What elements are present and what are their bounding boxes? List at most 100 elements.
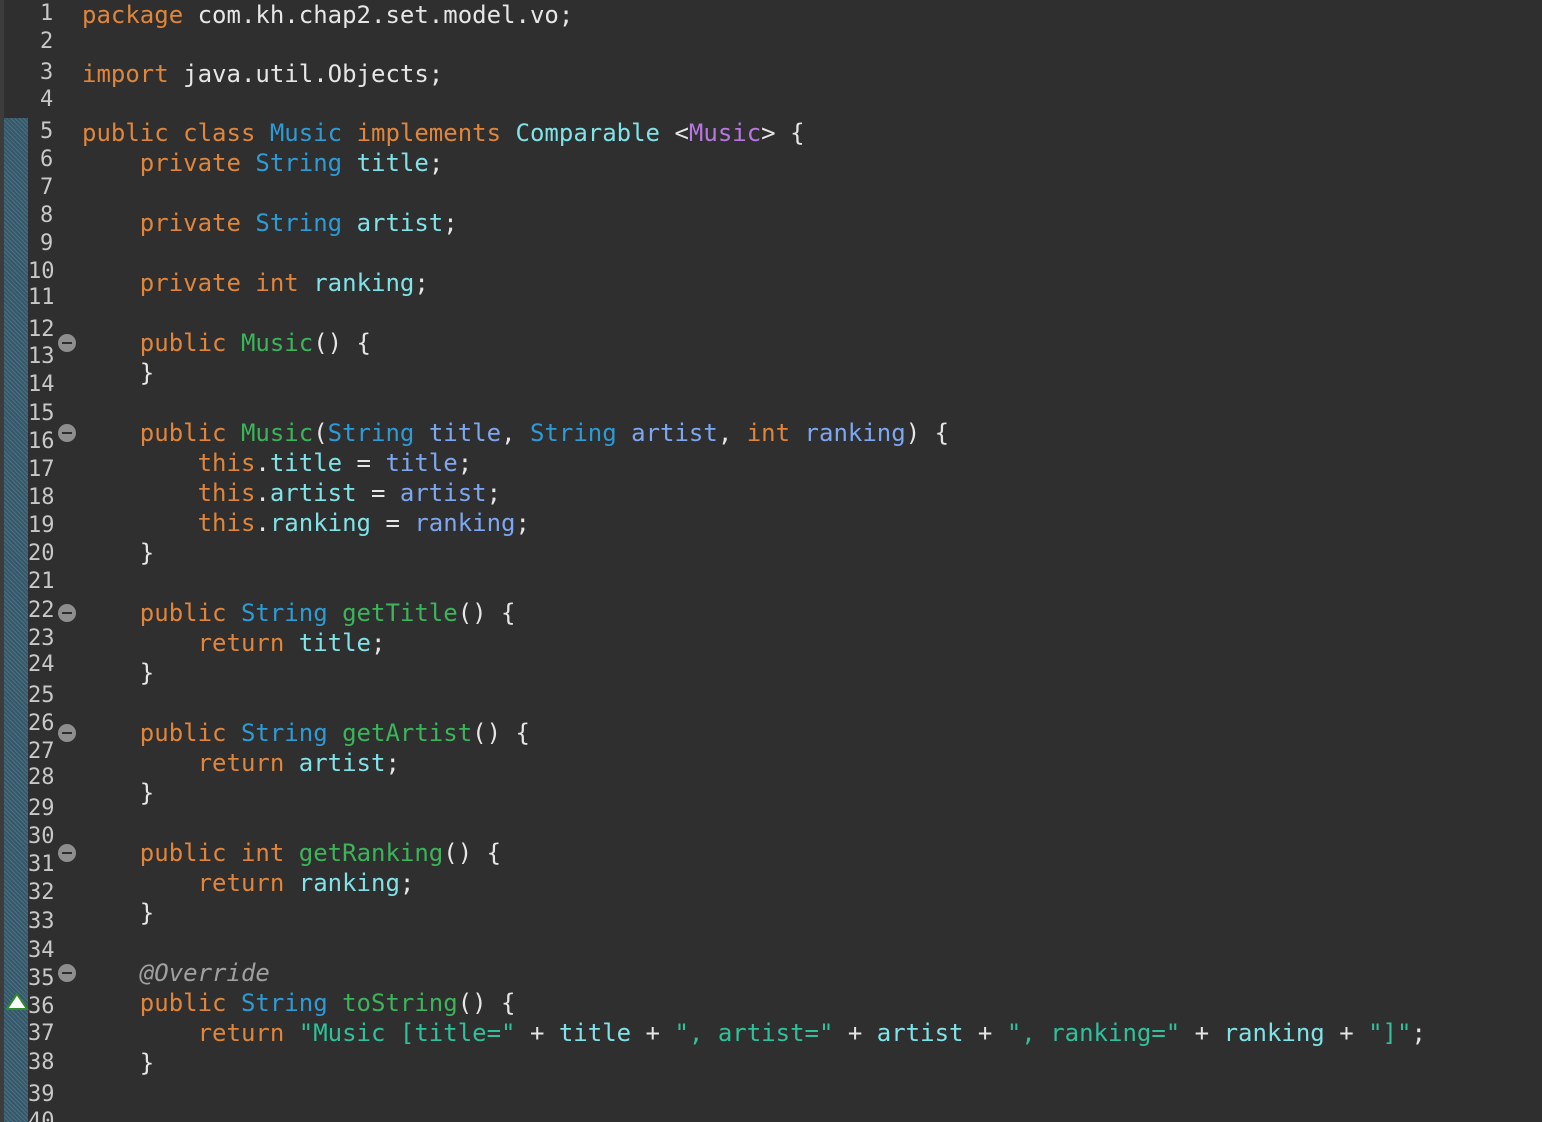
code-line-23[interactable]: return title;: [82, 628, 386, 658]
field-name: title: [269, 449, 343, 477]
keyword: private: [139, 209, 241, 237]
code-line-37[interactable]: }: [82, 1048, 154, 1078]
code-line-10[interactable]: private int ranking;: [82, 268, 429, 298]
code-line-1[interactable]: package com.kh.chap2.set.model.vo;: [82, 0, 573, 30]
code-line-18[interactable]: this.artist = artist;: [82, 478, 501, 508]
code-line-16[interactable]: public Music(String title, String artist…: [82, 418, 949, 448]
code-line-35[interactable]: public String toString() {: [82, 988, 516, 1018]
punctuation: () {: [457, 599, 516, 627]
field-name: artist: [356, 209, 444, 237]
code-line-12[interactable]: public Music() {: [82, 328, 371, 358]
collapse-icon[interactable]: [58, 334, 76, 352]
type-name: String: [255, 209, 343, 237]
closing-brace: }: [139, 1049, 155, 1077]
code-line-20[interactable]: }: [82, 538, 154, 568]
operator: =: [356, 479, 400, 507]
line-number: 9: [40, 231, 54, 256]
code-line-8[interactable]: private String artist;: [82, 208, 458, 238]
code-line-31[interactable]: return ranking;: [82, 868, 415, 898]
punctuation: ;: [428, 149, 444, 177]
punctuation: ;: [414, 269, 429, 297]
code-line-28[interactable]: }: [82, 778, 154, 808]
package-name: com.kh.chap2.set.model.vo;: [183, 1, 574, 29]
annotation: @Override: [139, 959, 270, 987]
collapse-icon[interactable]: [58, 844, 76, 862]
code-line-34[interactable]: @Override: [82, 958, 270, 988]
closing-brace: }: [139, 539, 155, 567]
line-number: 10: [28, 259, 55, 284]
line-number: 2: [40, 29, 54, 54]
line-number: 7: [40, 175, 54, 200]
line-number: 8: [40, 203, 54, 228]
field-name: ranking: [313, 269, 415, 297]
line-number: 20: [28, 541, 55, 566]
code-line-13[interactable]: }: [82, 358, 154, 388]
punctuation: {: [775, 119, 805, 147]
operator: +: [515, 1019, 559, 1047]
keyword: public: [139, 329, 227, 357]
line-number: 22: [28, 598, 55, 623]
code-line-24[interactable]: }: [82, 658, 154, 688]
keyword: public: [139, 989, 227, 1017]
parameter-name: artist: [631, 419, 718, 447]
line-number: 25: [28, 683, 55, 708]
collapse-icon[interactable]: [58, 604, 76, 622]
field-name: title: [558, 1019, 632, 1047]
code-line-5[interactable]: public class Music implements Comparable…: [82, 118, 805, 148]
line-number: 35: [28, 966, 55, 991]
code-line-22[interactable]: public String getTitle() {: [82, 598, 516, 628]
closing-brace: }: [139, 659, 155, 687]
field-name: title: [298, 629, 371, 657]
collapse-icon[interactable]: [58, 964, 76, 982]
line-number: 31: [28, 852, 55, 877]
code-line-27[interactable]: return artist;: [82, 748, 400, 778]
type-name: int: [255, 269, 299, 297]
closing-brace: }: [139, 779, 155, 807]
line-number: 24: [28, 652, 55, 677]
operator: +: [963, 1019, 1007, 1047]
line-number: 26: [28, 711, 55, 736]
keyword: this: [197, 449, 256, 477]
line-number: 38: [28, 1050, 55, 1075]
punctuation: <: [674, 119, 689, 147]
code-line-6[interactable]: private String title;: [82, 148, 443, 178]
code-line-26[interactable]: public String getArtist() {: [82, 718, 530, 748]
closing-brace: }: [139, 899, 155, 927]
line-number: 18: [28, 485, 55, 510]
type-name: int: [240, 839, 285, 867]
keyword: implements: [356, 119, 502, 147]
punctuation: () {: [457, 989, 516, 1017]
field-name: ranking: [298, 869, 400, 897]
line-number: 3: [40, 60, 54, 85]
punctuation: .: [255, 479, 270, 507]
line-number: 34: [28, 938, 55, 963]
code-line-17[interactable]: this.title = title;: [82, 448, 473, 478]
line-number: 17: [28, 457, 55, 482]
code-line-36[interactable]: return "Music [title=" + title + ", arti…: [82, 1018, 1426, 1048]
operator: +: [1180, 1019, 1224, 1047]
field-name: ranking: [1223, 1019, 1325, 1047]
keyword: private: [139, 269, 241, 297]
operator: =: [342, 449, 386, 477]
line-number: 21: [28, 569, 55, 594]
collapse-icon[interactable]: [58, 424, 76, 442]
keyword: return: [197, 749, 285, 777]
keyword: public: [139, 599, 227, 627]
code-editor[interactable]: 1 2 3 4 5 6 7 8 9 10 11 12 13 14 15 16 1…: [0, 0, 1542, 1122]
string-literal: "Music [title=": [298, 1019, 516, 1047]
override-triangle-icon[interactable]: [5, 992, 29, 1012]
code-line-30[interactable]: public int getRanking() {: [82, 838, 501, 868]
code-line-32[interactable]: }: [82, 898, 154, 928]
import-path: java.util.Objects;: [168, 60, 444, 88]
line-number: 11: [28, 285, 55, 310]
punctuation: ,: [501, 419, 530, 447]
code-line-19[interactable]: this.ranking = ranking;: [82, 508, 530, 538]
punctuation: ;: [515, 509, 530, 537]
field-name: artist: [876, 1019, 964, 1047]
code-line-3[interactable]: import java.util.Objects;: [82, 59, 443, 89]
line-number: 5: [40, 119, 54, 144]
line-number: 39: [28, 1082, 55, 1107]
punctuation: ) {: [905, 419, 950, 447]
line-number: 27: [28, 739, 55, 764]
collapse-icon[interactable]: [58, 724, 76, 742]
